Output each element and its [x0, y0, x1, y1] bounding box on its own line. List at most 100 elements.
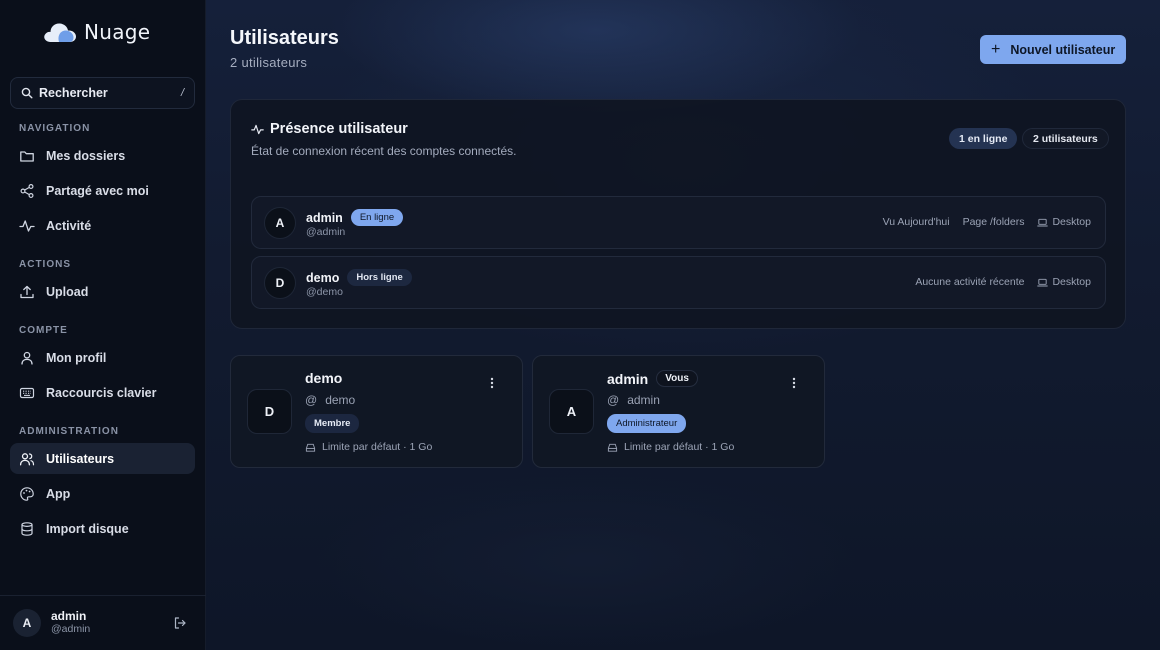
user-card-header: admin Vous [607, 370, 698, 387]
presence-title: Présence utilisateur [251, 121, 408, 137]
avatar: A [549, 389, 594, 434]
storage-limit: Limite par défaut · 1 Go [305, 441, 432, 453]
current-user-panel: A admin @admin [0, 595, 206, 650]
search-input[interactable] [39, 86, 175, 100]
brand-name: Nuage [84, 20, 151, 44]
sidebar-item-profile[interactable]: Mon profil [10, 342, 195, 373]
logout-icon[interactable] [173, 616, 187, 630]
avatar: D [247, 389, 292, 434]
sidebar-item-label: Import disque [46, 521, 129, 536]
sidebar-item-label: Upload [46, 284, 89, 299]
more-options-icon[interactable] [488, 376, 496, 390]
laptop-icon [1037, 218, 1049, 226]
storage-limit: Limite par défaut · 1 Go [607, 441, 734, 453]
activity-icon [251, 124, 264, 134]
storage-limit-text: Limite par défaut · 1 Go [322, 441, 433, 453]
you-badge: Vous [656, 370, 698, 387]
section-navigation: NAVIGATION [19, 123, 91, 134]
section-administration: ADMINISTRATION [19, 426, 119, 437]
presence-panel: Présence utilisateur État de connexion r… [230, 99, 1126, 329]
section-actions: ACTIONS [19, 259, 71, 270]
online-count-badge: 1 en ligne [949, 128, 1018, 149]
user-handle: @ demo [305, 393, 355, 407]
user-handle-text: demo [325, 393, 356, 407]
sidebar-item-label: Mon profil [46, 350, 107, 365]
avatar: A [264, 207, 296, 239]
user-card[interactable]: A admin Vous @ admin Administrateur Limi… [532, 355, 825, 468]
sidebar-item-folders[interactable]: Mes dossiers [10, 140, 195, 171]
current-user-name: admin [51, 609, 87, 623]
user-handle: @ admin [607, 393, 660, 407]
search-icon [21, 87, 33, 99]
user-card[interactable]: D demo @ demo Membre Limite par défaut ·… [230, 355, 523, 468]
presence-user-handle: @admin [306, 226, 346, 238]
database-icon [21, 521, 33, 536]
current-user-handle: @admin [51, 623, 91, 635]
sidebar-item-upload[interactable]: Upload [10, 276, 195, 307]
presence-user-handle: @demo [306, 286, 343, 298]
brand[interactable]: Nuage [42, 19, 150, 45]
device-info: Desktop [1037, 276, 1091, 288]
keyboard-icon [19, 387, 35, 398]
presence-user: admin En ligne [306, 209, 404, 226]
storage-limit-text: Limite par défaut · 1 Go [624, 441, 735, 453]
at-icon: @ [305, 393, 318, 407]
user-count-badge: 2 utilisateurs [1022, 128, 1109, 149]
user-card-header: demo [305, 370, 342, 386]
share-icon [20, 183, 34, 198]
presence-meta: Aucune activité récente Desktop [915, 276, 1091, 288]
section-account: COMPTE [19, 325, 68, 336]
new-user-label: Nouvel utilisateur [1010, 42, 1116, 57]
sidebar-item-label: Activité [46, 218, 92, 233]
sidebar-item-users[interactable]: Utilisateurs [10, 443, 195, 474]
status-badge: Hors ligne [347, 269, 412, 286]
sidebar-item-label: App [46, 486, 71, 501]
new-user-button[interactable]: + Nouvel utilisateur [980, 35, 1126, 64]
drive-icon [305, 443, 316, 452]
user-icon [21, 351, 33, 365]
user-handle-text: admin [627, 393, 660, 407]
presence-row[interactable]: D demo Hors ligne @demo Aucune activité … [251, 256, 1106, 309]
device-label: Desktop [1052, 276, 1091, 288]
at-icon: @ [607, 393, 620, 407]
users-icon [19, 452, 35, 465]
main-content: Utilisateurs 2 utilisateurs + Nouvel uti… [206, 0, 1160, 650]
status-badge: En ligne [350, 209, 404, 226]
sidebar: Nuage / NAVIGATION Mes dossiers Partagé … [0, 0, 206, 650]
presence-row[interactable]: A admin En ligne @admin Vu Aujourd'hui P… [251, 196, 1106, 249]
device-info: Desktop [1037, 216, 1091, 228]
activity-icon [19, 219, 35, 232]
search-shortcut-hint: / [180, 87, 184, 99]
search-box[interactable]: / [10, 77, 195, 109]
upload-icon [20, 285, 34, 298]
sidebar-item-shared[interactable]: Partagé avec moi [10, 175, 195, 206]
user-name: demo [305, 370, 343, 386]
palette-icon [20, 486, 34, 501]
presence-user: demo Hors ligne [306, 269, 412, 286]
sidebar-item-import[interactable]: Import disque [10, 513, 195, 544]
sidebar-item-app[interactable]: App [10, 478, 195, 509]
device-label: Desktop [1052, 216, 1091, 228]
sidebar-item-label: Partagé avec moi [46, 183, 149, 198]
sidebar-item-label: Raccourcis clavier [46, 385, 157, 400]
presence-meta: Vu Aujourd'hui Page /folders Desktop [883, 216, 1091, 228]
presence-user-name: demo [306, 270, 340, 285]
presence-title-text: Présence utilisateur [270, 121, 408, 137]
sidebar-item-shortcuts[interactable]: Raccourcis clavier [10, 377, 195, 408]
cloud-logo-icon [44, 23, 76, 42]
avatar[interactable]: A [13, 609, 41, 637]
more-options-icon[interactable] [790, 376, 798, 390]
sidebar-item-label: Mes dossiers [46, 148, 126, 163]
role-badge: Membre [305, 414, 360, 433]
user-name: admin [607, 370, 649, 387]
page-subtitle: 2 utilisateurs [230, 55, 308, 70]
role-badge: Administrateur [607, 414, 687, 433]
laptop-icon [1037, 278, 1049, 286]
last-seen: Vu Aujourd'hui [882, 216, 950, 228]
presence-subtitle: État de connexion récent des comptes con… [251, 144, 517, 158]
sidebar-item-label: Utilisateurs [46, 451, 115, 466]
folder-icon [20, 150, 34, 162]
page-title: Utilisateurs [230, 27, 339, 49]
sidebar-item-activity[interactable]: Activité [10, 210, 195, 241]
drive-icon [607, 443, 618, 452]
